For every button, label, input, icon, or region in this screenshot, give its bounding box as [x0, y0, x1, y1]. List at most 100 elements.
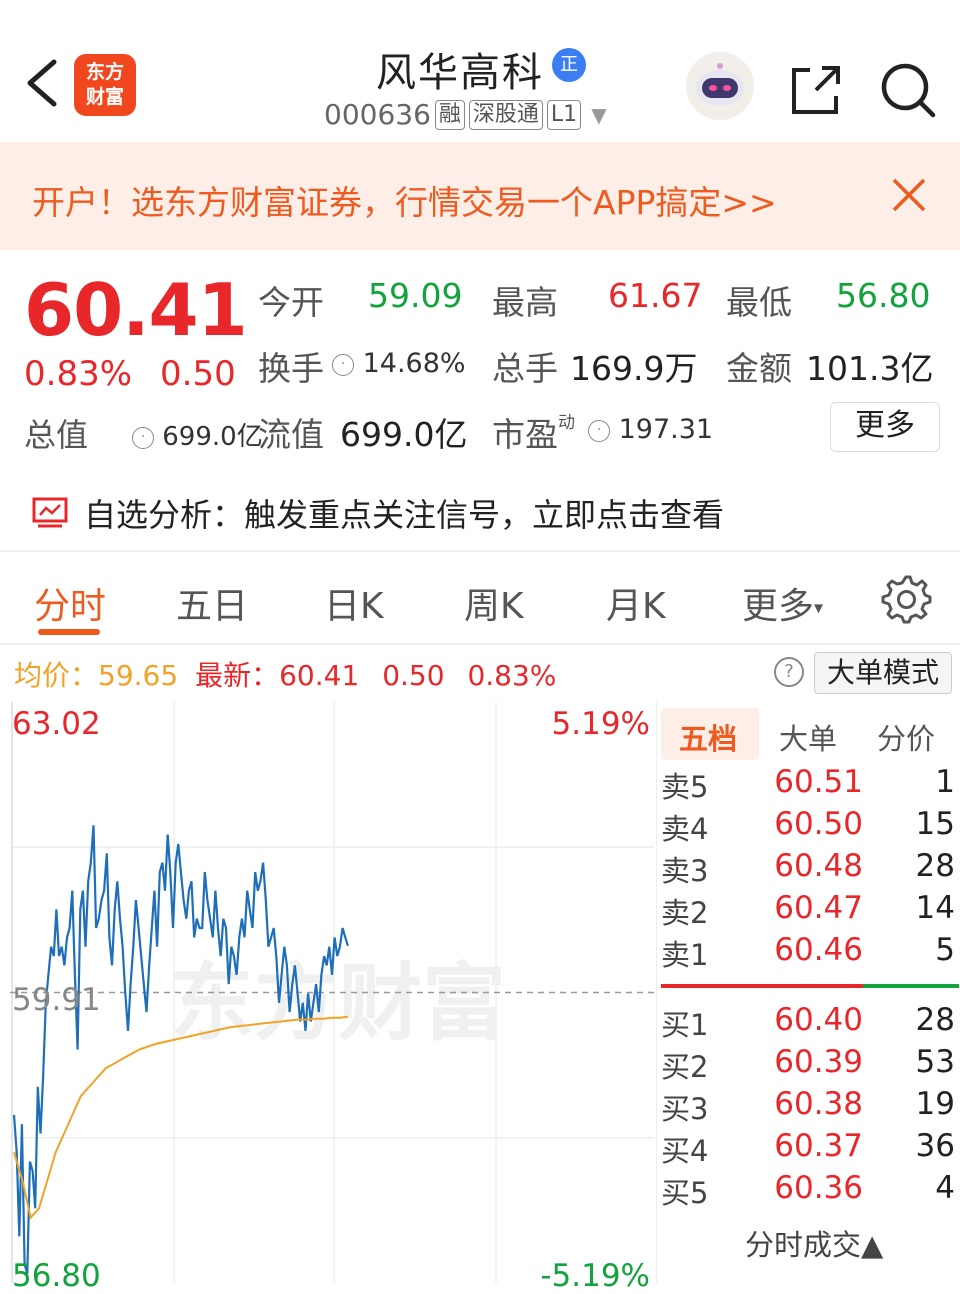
tab-five-levels[interactable]: 五档 [679, 716, 737, 758]
pct-min-label: -5.19% [540, 1258, 650, 1294]
buy-row-1: 买1 60.40 28 [657, 1002, 960, 1042]
buy-volume: 19 [915, 1086, 955, 1122]
buy-volume: 4 [935, 1170, 955, 1206]
avg-value: 59.65 [98, 659, 179, 692]
buy-volume: 28 [915, 1002, 955, 1038]
total-value: · 699.0亿 [132, 416, 263, 453]
promo-banner-text[interactable]: 开户！选东方财富证券，行情交易一个APP搞定>> [32, 176, 777, 224]
buy-price: 60.38 [774, 1086, 863, 1122]
chevron-down-icon[interactable]: ▼ [591, 103, 606, 127]
tag-level: L1 [546, 99, 582, 130]
gear-icon [881, 575, 932, 624]
open-value: 59.09 [368, 276, 463, 315]
turnover-value: · 14.68% [332, 348, 466, 379]
intraday-chart[interactable]: 东方财富 63.02 5.19% 59.91 56.80 -5.19% [10, 702, 654, 1294]
buy-price: 60.39 [774, 1044, 863, 1080]
chart-monitor-icon [32, 497, 68, 528]
buy-label: 买1 [661, 1008, 709, 1042]
assistant-robot-icon[interactable] [686, 52, 754, 120]
total-value-number: 699.0亿 [162, 422, 263, 452]
back-button[interactable] [22, 58, 62, 108]
close-icon [892, 178, 926, 212]
sell-price: 60.50 [774, 806, 863, 842]
tab-big-orders[interactable]: 大单 [779, 716, 837, 758]
divider [0, 550, 960, 552]
amount-value: 101.3亿 [806, 349, 934, 388]
buy-label: 买2 [661, 1050, 709, 1084]
tag-connect: 深股通 [468, 99, 543, 130]
analysis-text: 自选分析：触发重点关注信号，立即点击查看 [84, 496, 725, 534]
buy-row-2: 买2 60.39 53 [657, 1044, 960, 1084]
buy-label: 买3 [661, 1092, 709, 1126]
share-icon [792, 66, 840, 114]
big-order-mode-button[interactable]: 大单模式 [814, 652, 952, 694]
stock-code: 000636 [324, 98, 431, 131]
pct-max-label: 5.19% [551, 706, 650, 742]
search-icon [881, 63, 936, 118]
watermark: 东方财富 [170, 954, 506, 1052]
intraday-chart-svg: 东方财富 [10, 702, 654, 1283]
buy-volume: 53 [915, 1044, 955, 1080]
open-label: 今开 [258, 283, 324, 322]
sell-row-3: 卖3 60.48 28 [657, 848, 960, 888]
tab-five-day[interactable]: 五日 [176, 577, 248, 629]
tab-intraday[interactable]: 分时 [34, 577, 106, 629]
sell-row-5: 卖5 60.51 1 [657, 764, 960, 804]
search-button[interactable] [878, 60, 938, 120]
float-value: 699.0亿 [340, 415, 468, 454]
help-icon[interactable]: ? [774, 657, 804, 687]
tick-trades-toggle[interactable]: 分时成交▲ [745, 1222, 883, 1264]
header: 东方 财富 风华高科 正 000636 融 深股通 L1 ▼ [0, 10, 960, 142]
sell-volume: 14 [915, 890, 955, 926]
more-button[interactable]: 更多 [830, 402, 940, 452]
buy-label: 买4 [661, 1134, 709, 1168]
orderbook-split-buy [863, 984, 959, 988]
sell-row-4: 卖4 60.50 15 [657, 806, 960, 846]
tab-weekly-k[interactable]: 周K [464, 577, 524, 629]
sell-volume: 28 [915, 848, 955, 884]
volume-label: 总手 [492, 349, 558, 388]
latest-change: 0.50 [382, 659, 445, 692]
app-logo[interactable]: 东方 财富 [74, 54, 136, 116]
tab-price-dist[interactable]: 分价 [877, 716, 935, 758]
share-button[interactable] [788, 62, 844, 118]
change-percent: 0.83% [24, 354, 133, 394]
current-price: 60.41 [24, 268, 248, 352]
tag-margin: 融 [434, 99, 465, 130]
info-icon[interactable]: · [588, 419, 610, 442]
stock-name: 风华高科 [376, 50, 544, 96]
banner-close-button[interactable] [886, 172, 932, 218]
total-value-label: 总值 [24, 416, 89, 454]
tab-daily-k[interactable]: 日K [324, 577, 384, 629]
info-icon[interactable]: · [332, 353, 354, 376]
sell-row-2: 卖2 60.47 14 [657, 890, 960, 930]
info-icon[interactable]: · [132, 426, 154, 449]
status-bar [0, 0, 960, 10]
settings-button[interactable] [880, 573, 932, 625]
pe-label: 市盈动 [492, 408, 575, 456]
turnover-label: 换手 [258, 349, 324, 388]
caret-down-icon: ▾ [814, 597, 824, 619]
sell-price: 60.47 [774, 890, 863, 926]
stock-code-line[interactable]: 000636 融 深股通 L1 ▼ [324, 98, 607, 131]
sell-volume: 5 [935, 932, 955, 968]
latest-value: 60.41 [279, 659, 360, 692]
sell-label: 卖1 [661, 938, 709, 972]
chevron-left-icon [27, 59, 57, 107]
change-amount: 0.50 [160, 354, 236, 394]
buy-label: 买5 [661, 1176, 709, 1210]
sell-label: 卖2 [661, 896, 709, 930]
avg-label: 均价： [14, 659, 99, 692]
analysis-link[interactable]: 自选分析：触发重点关注信号，立即点击查看 [32, 490, 724, 536]
pe-number: 197.31 [618, 414, 714, 445]
sell-price: 60.46 [774, 932, 863, 968]
divider [0, 643, 960, 645]
pe-value: · 197.31 [588, 414, 713, 445]
logo-line2: 财富 [85, 86, 124, 108]
buy-price: 60.37 [774, 1128, 863, 1164]
promo-banner[interactable]: 开户！选东方财富证券，行情交易一个APP搞定>> [0, 142, 960, 250]
tab-more[interactable]: 更多▾ [742, 577, 823, 629]
buy-row-4: 买4 60.37 36 [657, 1128, 960, 1168]
low-value: 56.80 [836, 276, 931, 315]
tab-monthly-k[interactable]: 月K [606, 577, 666, 629]
